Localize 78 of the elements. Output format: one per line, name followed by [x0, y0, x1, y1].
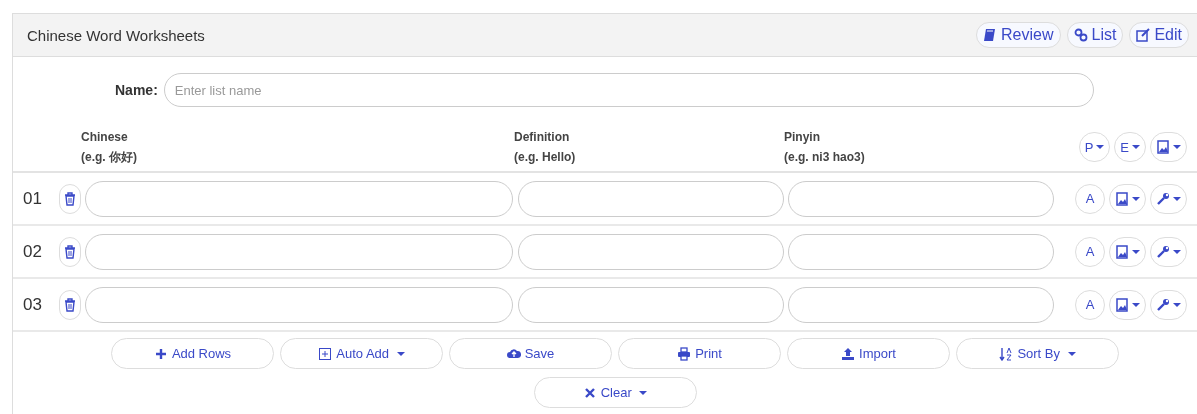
image-icon: [1156, 140, 1170, 154]
image-menu-button[interactable]: [1109, 236, 1146, 267]
definition-field[interactable]: [518, 286, 784, 323]
wrench-icon: [1156, 244, 1170, 259]
column-menu-button[interactable]: E: [1114, 132, 1146, 162]
action-button[interactable]: Clear: [533, 377, 697, 408]
trash-icon: [63, 191, 77, 206]
pinyin-field[interactable]: [788, 233, 1054, 270]
name-field[interactable]: Enter list name: [163, 73, 1094, 107]
wrench-icon: [1156, 297, 1170, 312]
image-menu-button[interactable]: [1109, 289, 1146, 320]
chinese-field[interactable]: [85, 180, 513, 217]
link-icon: [1073, 28, 1088, 42]
action-button[interactable]: Add Rows: [111, 338, 274, 369]
caret-icon: [1132, 196, 1140, 201]
delete-button[interactable]: [59, 183, 81, 214]
image-menu-button[interactable]: [1109, 183, 1146, 214]
plus-icon: [153, 346, 168, 361]
cloud-upload-icon: [506, 346, 521, 361]
trash-icon: [63, 297, 77, 312]
caret-icon: [396, 351, 405, 356]
printer-icon: [677, 346, 692, 361]
caret-icon: [1132, 249, 1140, 254]
column-hint: (e.g. Hello): [514, 149, 577, 166]
column-menu-button[interactable]: [1150, 132, 1187, 162]
delete-button[interactable]: [59, 236, 81, 267]
audio-button[interactable]: A: [1075, 183, 1105, 214]
row-number: 03: [23, 294, 43, 315]
book-icon: [983, 28, 998, 42]
row-number: 02: [23, 241, 43, 262]
column-title: Pinyin: [784, 129, 821, 146]
header-button[interactable]: List: [1066, 22, 1124, 48]
action-button[interactable]: Auto Add: [280, 338, 443, 369]
definition-field[interactable]: [518, 233, 784, 270]
upload-icon: [841, 346, 856, 361]
column-menu-button[interactable]: P: [1078, 132, 1111, 162]
caret-icon: [639, 390, 648, 395]
caret-icon: [1067, 351, 1076, 356]
image-icon: [1115, 191, 1129, 206]
column-hint: (e.g. 你好): [81, 149, 138, 166]
header-button[interactable]: Review: [976, 22, 1061, 48]
definition-field[interactable]: [518, 180, 784, 217]
image-icon: [1115, 244, 1129, 259]
caret-icon: [1173, 249, 1181, 254]
column-title: Definition: [514, 129, 571, 146]
wrench-icon: [1156, 191, 1170, 206]
row-number: 01: [23, 188, 43, 209]
close-icon: [582, 385, 597, 400]
audio-button[interactable]: A: [1075, 236, 1105, 267]
action-button[interactable]: Print: [618, 338, 781, 369]
name-label: Name:: [115, 82, 158, 98]
action-button[interactable]: Save: [449, 338, 612, 369]
panel-title: Chinese Word Worksheets: [27, 26, 205, 44]
trash-icon: [63, 244, 77, 259]
sort-icon: [999, 346, 1014, 361]
square-plus-icon: [318, 346, 333, 361]
column-hint: (e.g. ni3 hao3): [784, 149, 866, 166]
action-button[interactable]: Sort By: [956, 338, 1119, 369]
image-icon: [1115, 297, 1129, 312]
tools-menu-button[interactable]: [1150, 289, 1187, 320]
delete-button[interactable]: [59, 289, 81, 320]
chinese-field[interactable]: [85, 286, 513, 323]
header-button[interactable]: Edit: [1129, 22, 1189, 48]
pinyin-field[interactable]: [788, 286, 1054, 323]
tools-menu-button[interactable]: [1150, 183, 1187, 214]
caret-icon: [1173, 302, 1181, 307]
caret-icon: [1096, 145, 1105, 149]
tools-menu-button[interactable]: [1150, 236, 1187, 267]
caret-icon: [1173, 196, 1181, 201]
audio-button[interactable]: A: [1075, 289, 1105, 320]
edit-icon: [1136, 28, 1151, 42]
caret-icon: [1173, 145, 1181, 149]
action-button[interactable]: Import: [787, 338, 950, 369]
caret-icon: [1132, 145, 1140, 149]
pinyin-field[interactable]: [788, 180, 1054, 217]
caret-icon: [1132, 302, 1140, 307]
chinese-field[interactable]: [85, 233, 513, 270]
column-title: Chinese: [81, 129, 129, 146]
